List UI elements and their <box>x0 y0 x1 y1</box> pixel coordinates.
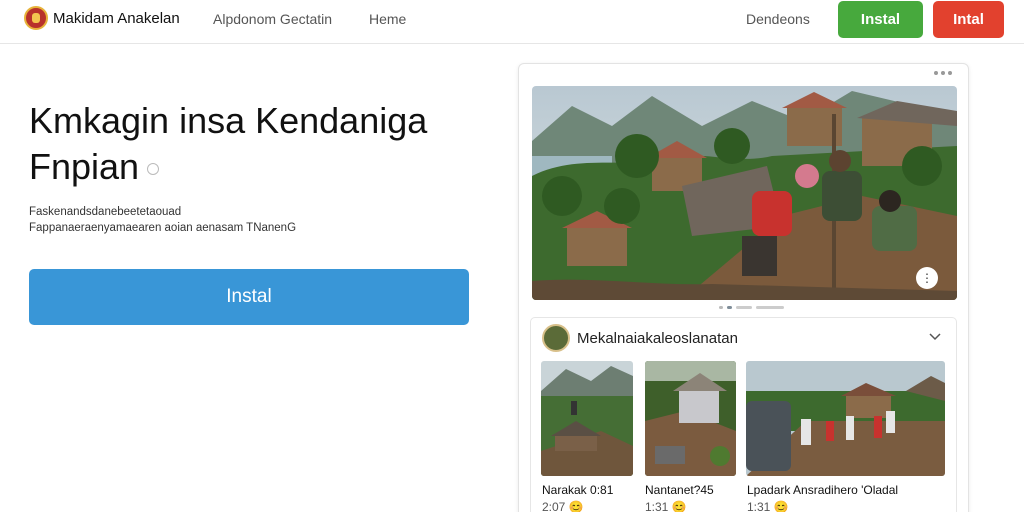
nav-link-home[interactable]: Heme <box>369 11 406 27</box>
pager-dot[interactable] <box>736 306 752 309</box>
pager-dot[interactable] <box>719 306 723 309</box>
thumbnail-1[interactable] <box>541 361 633 476</box>
duration-text: 1:31 <box>645 500 669 512</box>
crest-logo-icon[interactable] <box>24 6 48 30</box>
chevron-down-icon[interactable] <box>928 329 942 343</box>
duration-text: 2:07 <box>542 500 566 512</box>
emoji-icon: 😊 <box>773 500 789 512</box>
hero-description: Faskenandsdanebeetetaouad Fappanaeraenya… <box>29 204 359 236</box>
gallery-title: Mekalnaiakaleoslanatan <box>577 330 738 347</box>
hero-title-line1: Kmkagin insa Kendaniga <box>29 100 428 141</box>
hero-title: Kmkagin insa Kendaniga Fnpian <box>29 98 489 190</box>
duration-text: 1:31 <box>747 500 771 512</box>
thumbnail-2-meta: 1:31 😊 <box>645 500 687 512</box>
info-icon <box>147 163 160 176</box>
nav-link-3[interactable]: Dendeons <box>746 11 810 27</box>
more-dots-icon[interactable] <box>934 71 952 75</box>
avatar[interactable] <box>542 324 570 352</box>
thumbnail-2-title: Nantanet?45 <box>645 483 714 497</box>
carousel-pager[interactable] <box>719 306 784 309</box>
install-green-button[interactable]: Instal <box>838 1 923 38</box>
thumbnail-1-meta: 2:07 😊 <box>542 500 584 512</box>
thumbnail-1-title: Narakak 0:81 <box>542 483 614 497</box>
thumbnail-3-meta: 1:31 😊 <box>747 500 789 512</box>
pager-dot-active[interactable] <box>727 306 732 309</box>
photo-more-icon[interactable]: ⋮ <box>916 267 938 289</box>
thumbnail-3-title: Lpadark Ansradihero 'Oladal <box>747 483 899 497</box>
hero-desc-line1: Faskenandsdanebeetetaouad <box>29 206 182 218</box>
pager-dot[interactable] <box>756 306 784 309</box>
install-red-button[interactable]: Intal <box>933 1 1004 38</box>
hero-desc-line2: Fappanaeraenyamaearen aoian aenasam TNan… <box>29 222 297 234</box>
village-photo <box>532 86 957 300</box>
emoji-icon: 😊 <box>671 500 687 512</box>
top-navbar: Makidam Anakelan Alpdonom Gectatin Heme … <box>0 0 1024 44</box>
thumbnail-2[interactable] <box>645 361 736 476</box>
brand-name[interactable]: Makidam Anakelan <box>53 10 180 27</box>
nav-link-1[interactable]: Alpdonom Gectatin <box>213 11 332 27</box>
thumbnail-3[interactable] <box>746 361 945 476</box>
hero-install-button[interactable]: Instal <box>29 269 469 325</box>
emoji-icon: 😊 <box>568 500 584 512</box>
hero-title-line2: Fnpian <box>29 146 140 187</box>
